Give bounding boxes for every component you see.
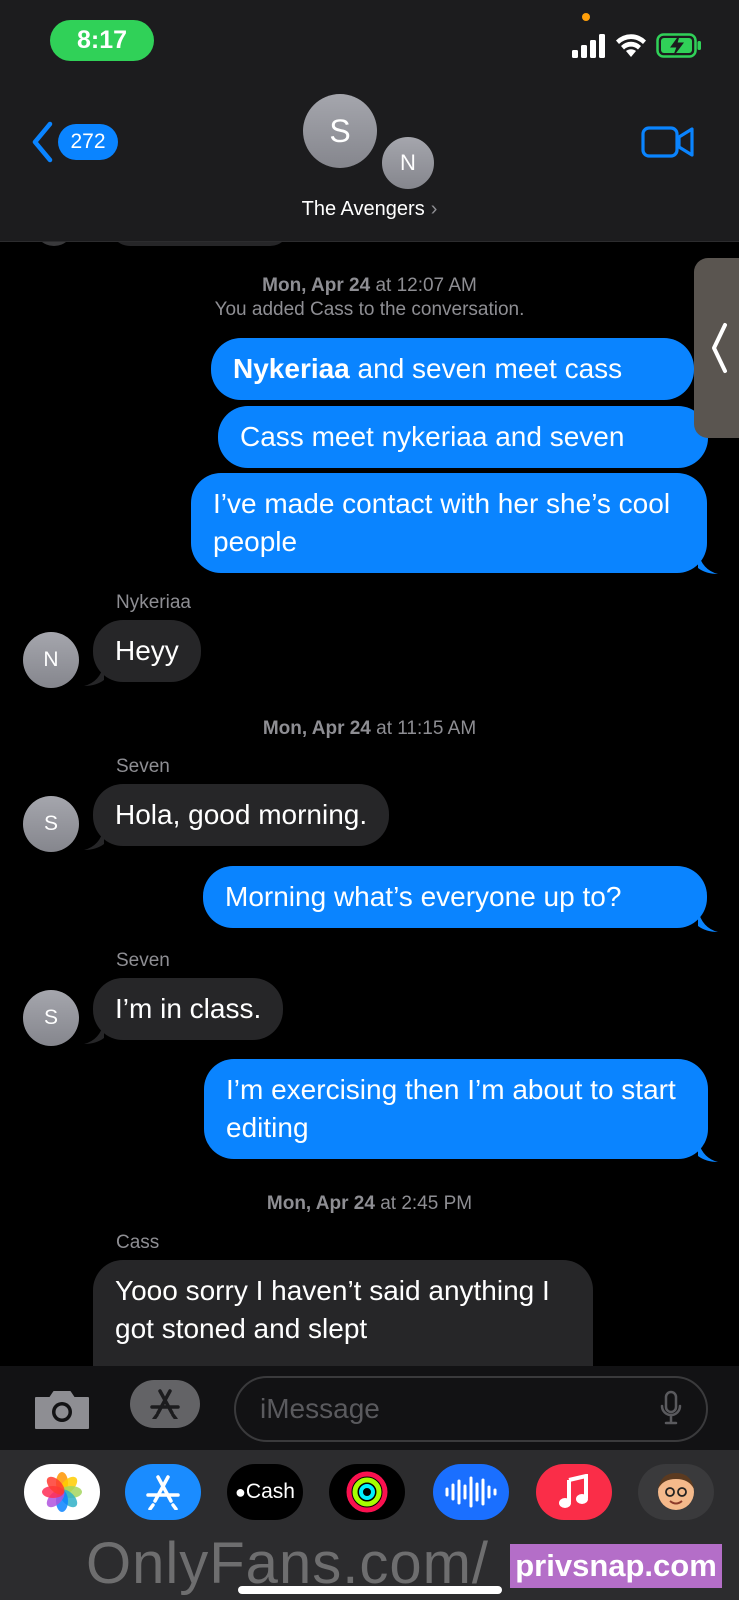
camera-icon[interactable] [32,1388,92,1432]
sender-avatar[interactable]: N [23,632,79,688]
bubble-tail [698,552,718,574]
memoji-app-icon[interactable] [638,1464,714,1520]
outgoing-message[interactable]: Cass meet nykeriaa and seven [218,406,708,468]
outgoing-message[interactable]: I’ve made contact with her she’s cool pe… [191,473,707,573]
sender-name: Seven [116,950,170,971]
unread-count-badge: 272 [58,124,118,160]
facetime-video-icon[interactable] [641,124,695,160]
memoji-face-icon [658,1473,694,1510]
bubble-tail [84,828,104,850]
outgoing-message[interactable]: Nykeriaa and seven meet cass [211,338,694,400]
privacy-indicator-dot [582,13,590,21]
incoming-message[interactable]: Yooo sorry I haven’t said anything I got… [93,1260,593,1366]
group-avatar-secondary[interactable]: N [379,134,437,192]
activity-app-icon[interactable] [329,1464,405,1520]
imessage-app-drawer: ● Cash OnlyFans.com/ privsnap.com [0,1450,739,1600]
timestamp: Mon, Apr 24 at 2:45 PM [266,1193,473,1214]
sender-name: Cass [116,1232,160,1253]
partial-avatar [34,242,74,246]
app-store-app-icon[interactable] [125,1464,201,1520]
group-avatar-primary[interactable]: S [303,94,377,168]
apple-cash-app-icon[interactable]: ● Cash [227,1464,303,1520]
group-name-button[interactable]: The Avengers › [0,198,739,221]
cellular-signal-icon [572,34,605,58]
wifi-icon [616,34,646,57]
photos-flower-icon [42,1472,82,1512]
side-panel-handle[interactable] [694,258,739,438]
app-store-drawer-button[interactable] [130,1380,200,1428]
timestamp: Mon, Apr 24 at 11:15 AM [262,718,477,739]
chevron-left-icon [32,121,53,163]
watermark-badge: privsnap.com [510,1544,722,1588]
chevron-right-icon: › [430,198,438,220]
bubble-tail [84,1022,104,1044]
group-name: The Avengers [301,198,425,220]
apple-logo-icon: ● [235,1481,246,1502]
waveform-icon [445,1476,497,1508]
battery-charging-icon [656,33,701,58]
photos-app-icon[interactable] [24,1464,100,1520]
compose-bar [0,1366,739,1450]
back-button[interactable]: 272 [30,120,118,164]
status-bar: 8:17 [0,0,739,80]
incoming-message[interactable]: Hola, good morning. [93,784,390,846]
bubble-tail [84,664,104,686]
incoming-message[interactable]: I’m in class. [93,978,284,1040]
outgoing-message[interactable]: I’m exercising then I’m about to start e… [204,1059,708,1159]
music-note-icon [559,1474,588,1508]
sender-name: Nykeriaa [116,592,191,613]
microphone-icon[interactable] [660,1390,682,1426]
app-store-icon [146,1475,180,1510]
sender-avatar[interactable]: S [23,796,79,852]
sender-name: Seven [116,756,170,777]
outgoing-message[interactable]: Morning what’s everyone up to? [203,866,707,928]
home-indicator[interactable] [238,1586,502,1594]
music-app-icon[interactable] [536,1464,612,1520]
timestamp: Mon, Apr 24 at 12:07 AM [262,275,477,296]
incoming-message[interactable]: Heyy [93,620,201,682]
audio-message-app-icon[interactable] [433,1464,509,1520]
bubble-tail [698,1140,718,1162]
sender-avatar[interactable]: S [23,990,79,1046]
app-store-icon [150,1389,180,1419]
imessage-input[interactable] [234,1376,708,1442]
activity-rings-icon [346,1471,388,1513]
partial-bubble [110,242,290,246]
status-time: 8:17 [50,20,154,61]
chevron-left-icon [712,323,727,373]
system-note: You added Cass to the conversation. [214,299,525,320]
bubble-tail [698,910,718,932]
message-thread[interactable]: Mon, Apr 24 at 12:07 AM You added Cass t… [0,242,739,1366]
conversation-header: 272 S N The Avengers › [0,80,739,242]
